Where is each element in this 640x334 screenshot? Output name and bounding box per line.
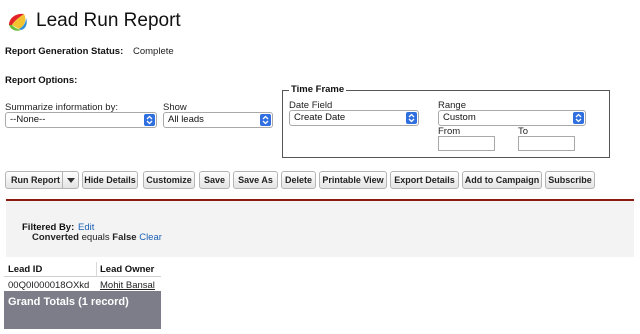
filter-value: False [112,232,137,243]
save-as-button[interactable]: Save As [233,171,278,189]
lead-id-cell: 00Q0I000018OXkd [8,280,90,291]
customize-button[interactable]: Customize [143,171,195,189]
date-field-value: Create Date [294,112,346,123]
date-field-select[interactable]: Create Date [289,110,419,126]
column-header-lead-id[interactable]: Lead ID [8,264,42,275]
caret-down-icon [67,178,75,183]
filter-condition: Converted equals False Clear [32,232,162,243]
run-report-dropdown[interactable] [62,172,79,188]
summarize-select[interactable]: --None-- [5,112,157,128]
filter-panel [6,201,634,257]
status-label: Report Generation Status: [5,46,124,57]
run-report-label: Run Report [11,175,60,185]
to-date-input[interactable] [518,136,575,151]
status-value: Complete [133,46,174,57]
range-select[interactable]: Custom [438,110,586,126]
page-title: Lead Run Report [36,10,181,31]
export-details-button[interactable]: Export Details [390,171,459,189]
printable-view-button[interactable]: Printable View [319,171,387,189]
from-date-input[interactable] [438,136,495,151]
run-report-button[interactable]: Run Report [5,171,79,189]
subscribe-button[interactable]: Subscribe [545,171,595,189]
filter-operator: equals [81,232,110,243]
lead-owner-link[interactable]: Mohit Bansal [100,280,155,291]
summarize-value: --None-- [10,114,46,125]
hide-details-button[interactable]: Hide Details [82,171,138,189]
add-to-campaign-button[interactable]: Add to Campaign [462,171,542,189]
show-value: All leads [168,114,204,125]
time-frame-legend: Time Frame [289,84,347,95]
select-arrows-icon [406,112,417,124]
select-arrows-icon [144,114,155,126]
range-value: Custom [443,112,476,123]
column-header-lead-owner[interactable]: Lead Owner [100,264,154,275]
report-options-label: Report Options: [5,75,78,86]
select-arrows-icon [260,114,271,126]
grand-totals-label: Grand Totals (1 record) [8,296,129,308]
select-arrows-icon [573,112,584,124]
report-logo-icon [9,13,27,31]
filter-field: Converted [32,232,79,243]
delete-button[interactable]: Delete [281,171,316,189]
save-button[interactable]: Save [199,171,230,189]
show-select[interactable]: All leads [163,112,273,128]
clear-filter-link[interactable]: Clear [139,232,162,243]
